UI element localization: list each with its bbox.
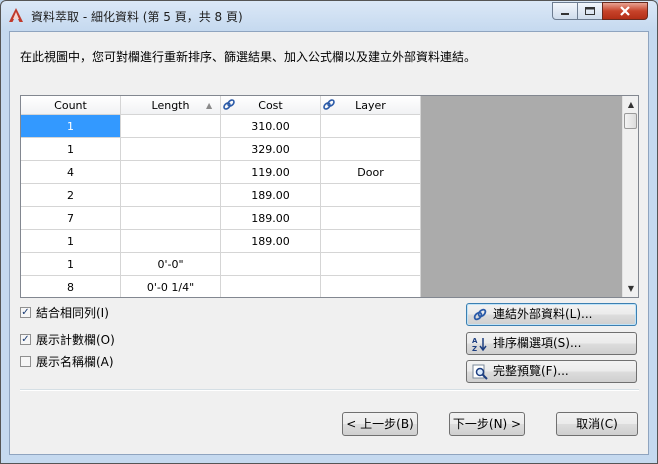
cell-count[interactable]: 1 — [21, 115, 121, 138]
scroll-down-arrow-icon[interactable]: ▼ — [623, 280, 638, 297]
cell-count[interactable]: 1 — [21, 138, 121, 161]
cell-length[interactable]: 0'-0 1/4" — [121, 276, 221, 297]
cell-count[interactable]: 2 — [21, 184, 121, 207]
sort-az-icon: A Z — [472, 337, 487, 352]
close-button[interactable] — [602, 2, 648, 20]
show-name-label: 展示名稱欄(A) — [36, 355, 114, 369]
cell-length[interactable] — [121, 115, 221, 138]
show-count-label: 展示計數欄(O) — [36, 333, 115, 347]
data-grid[interactable]: Count Length ▲ Cost Layer 1 310.00 1 329… — [20, 95, 639, 298]
column-header-cost[interactable]: Cost — [221, 96, 321, 115]
back-button[interactable]: < 上一步(B) — [342, 412, 418, 436]
cell-length[interactable] — [121, 230, 221, 253]
cell-length[interactable] — [121, 138, 221, 161]
cell-count[interactable]: 8 — [21, 276, 121, 297]
grid-header: Count Length ▲ Cost Layer — [21, 96, 421, 115]
next-button[interactable]: 下一步(N) > — [449, 412, 525, 436]
cell-layer[interactable] — [321, 276, 421, 297]
cell-cost[interactable]: 189.00 — [221, 184, 321, 207]
minimize-icon — [561, 13, 569, 15]
cell-cost[interactable]: 329.00 — [221, 138, 321, 161]
cell-count[interactable]: 7 — [21, 207, 121, 230]
instruction-text: 在此視圖中，您可對欄進行重新排序、篩選結果、加入公式欄以及建立外部資料連結。 — [20, 50, 477, 64]
cell-layer[interactable] — [321, 115, 421, 138]
table-row[interactable]: 1 310.00 — [21, 115, 421, 138]
minimize-button[interactable] — [552, 2, 578, 20]
column-header-count[interactable]: Count — [21, 96, 121, 115]
column-header-label: Length — [151, 99, 190, 112]
preview-magnifier-icon — [472, 364, 488, 380]
autocad-app-icon — [9, 8, 23, 22]
cell-count[interactable]: 1 — [21, 230, 121, 253]
sort-column-options-button[interactable]: A Z 排序欄選項(S)... — [466, 332, 637, 355]
cell-count[interactable]: 1 — [21, 253, 121, 276]
table-row[interactable]: 4 119.00 Door — [21, 161, 421, 184]
cell-layer[interactable] — [321, 207, 421, 230]
full-preview-button[interactable]: 完整預覽(F)... — [466, 360, 637, 383]
dialog-content: 在此視圖中，您可對欄進行重新排序、篩選結果、加入公式欄以及建立外部資料連結。 C… — [9, 31, 649, 455]
close-icon — [620, 6, 630, 16]
cell-cost[interactable]: 119.00 — [221, 161, 321, 184]
show-count-checkbox[interactable]: ✓ — [20, 334, 31, 345]
svg-text:A: A — [472, 337, 478, 345]
cell-layer[interactable] — [321, 230, 421, 253]
column-header-layer[interactable]: Layer — [321, 96, 421, 115]
cancel-button[interactable]: 取消(C) — [556, 412, 638, 436]
table-row[interactable]: 1 0'-0" — [21, 253, 421, 276]
column-header-label: Count — [54, 99, 87, 112]
cell-length[interactable]: 0'-0" — [121, 253, 221, 276]
table-row[interactable]: 7 189.00 — [21, 207, 421, 230]
scroll-up-arrow-icon[interactable]: ▲ — [623, 96, 638, 113]
link-icon — [323, 99, 335, 110]
maximize-button[interactable] — [577, 2, 603, 20]
table-row[interactable]: 2 189.00 — [21, 184, 421, 207]
full-preview-label: 完整預覽(F)... — [493, 364, 569, 378]
cell-length[interactable] — [121, 184, 221, 207]
combine-rows-label: 結合相同列(I) — [36, 306, 109, 320]
dialog-window: 資料萃取 - 細化資料 (第 5 頁，共 8 頁) 在此視圖中，您可對欄進行重新… — [0, 0, 658, 464]
column-header-label: Cost — [258, 99, 283, 112]
show-name-checkbox[interactable] — [20, 356, 31, 367]
cell-layer[interactable] — [321, 138, 421, 161]
combine-rows-checkbox[interactable]: ✓ — [20, 307, 31, 318]
link-external-data-label: 連結外部資料(L)... — [493, 307, 593, 321]
cell-length[interactable] — [121, 207, 221, 230]
column-header-length[interactable]: Length ▲ — [121, 96, 221, 115]
cell-cost[interactable]: 189.00 — [221, 230, 321, 253]
link-external-data-button[interactable]: 連結外部資料(L)... — [466, 303, 637, 326]
link-icon — [473, 308, 487, 321]
maximize-icon — [585, 7, 595, 15]
cell-count[interactable]: 4 — [21, 161, 121, 184]
svg-text:Z: Z — [472, 345, 477, 352]
cell-cost[interactable]: 189.00 — [221, 207, 321, 230]
table-row[interactable]: 1 189.00 — [21, 230, 421, 253]
cell-layer[interactable] — [321, 184, 421, 207]
cell-cost[interactable] — [221, 276, 321, 297]
cell-layer[interactable]: Door — [321, 161, 421, 184]
cell-length[interactable] — [121, 161, 221, 184]
window-title: 資料萃取 - 細化資料 (第 5 頁，共 8 頁) — [31, 10, 243, 24]
footer-separator — [20, 389, 639, 391]
column-header-label: Layer — [355, 99, 386, 112]
vertical-scrollbar[interactable]: ▲ ▼ — [622, 96, 638, 297]
table-row[interactable]: 1 329.00 — [21, 138, 421, 161]
sort-column-options-label: 排序欄選項(S)... — [493, 336, 582, 350]
cell-cost[interactable] — [221, 253, 321, 276]
cell-layer[interactable] — [321, 253, 421, 276]
title-bar[interactable]: 資料萃取 - 細化資料 (第 5 頁，共 8 頁) — [1, 1, 657, 31]
cell-cost[interactable]: 310.00 — [221, 115, 321, 138]
table-row[interactable]: 8 0'-0 1/4" — [21, 276, 421, 297]
scrollbar-thumb[interactable] — [624, 113, 637, 129]
sort-ascending-icon: ▲ — [206, 101, 213, 110]
link-icon — [223, 99, 235, 110]
grid-empty-area — [420, 96, 622, 297]
